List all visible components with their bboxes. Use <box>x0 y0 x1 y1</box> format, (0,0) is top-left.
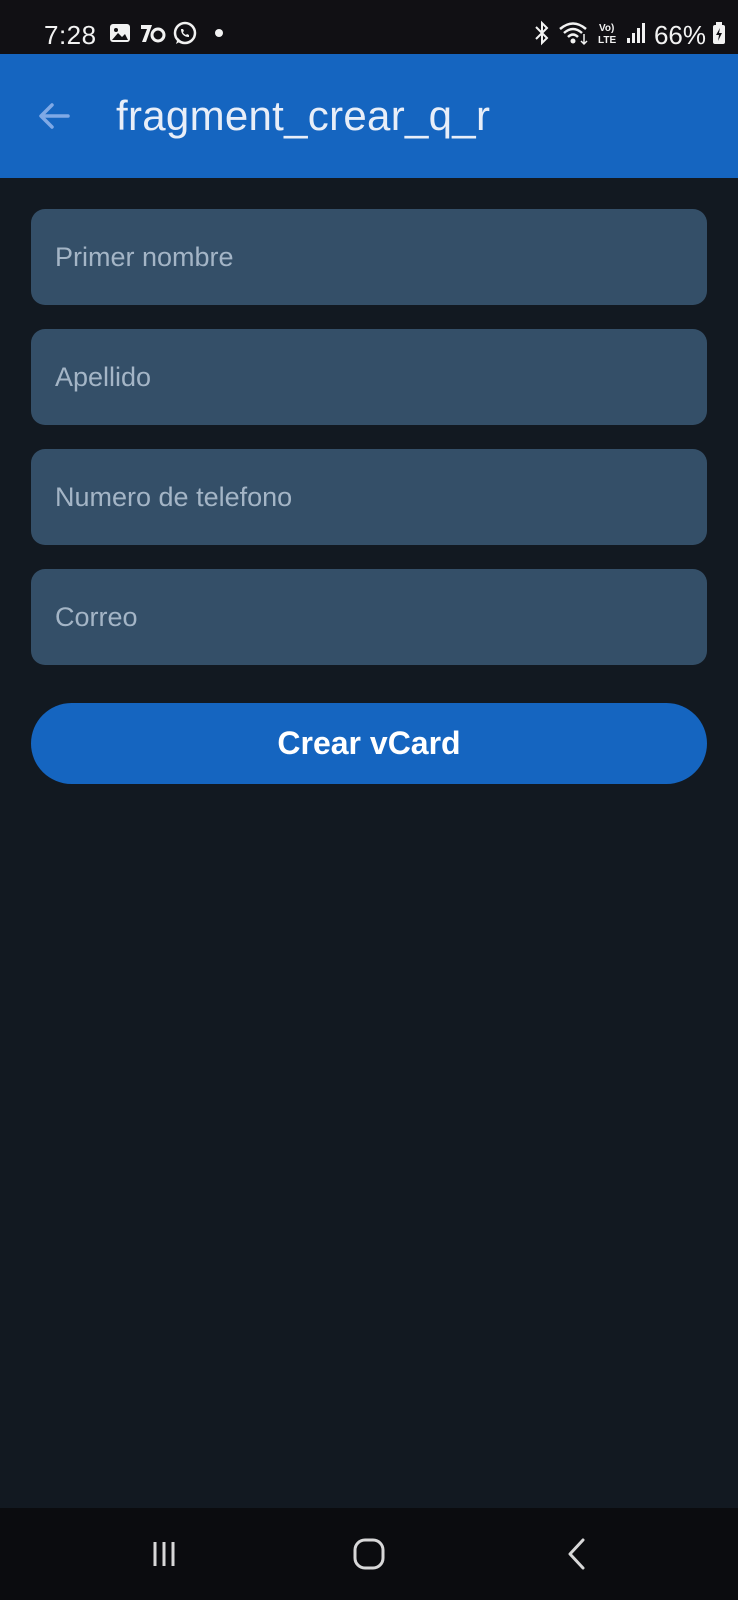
volte-icon: Vo) LTE <box>596 20 620 51</box>
battery-percent: 66% <box>653 20 706 50</box>
email-field[interactable] <box>31 569 707 665</box>
app-notification-icon <box>138 21 166 45</box>
phone-field[interactable] <box>31 449 707 545</box>
gallery-icon <box>108 21 132 45</box>
last-name-input[interactable] <box>31 329 707 425</box>
email-input[interactable] <box>31 569 707 665</box>
navigation-bar <box>0 1508 738 1600</box>
wifi-icon <box>558 20 590 51</box>
svg-text:LTE: LTE <box>598 35 616 46</box>
app-bar: fragment_crear_q_r <box>0 54 738 178</box>
page-title: fragment_crear_q_r <box>116 92 491 139</box>
dot-icon <box>204 21 228 45</box>
battery-icon <box>712 20 726 51</box>
arrow-back-icon[interactable] <box>28 90 80 142</box>
last-name-field[interactable] <box>31 329 707 425</box>
status-notification-icons <box>108 20 228 46</box>
status-system-icons: Vo) LTE 66% <box>532 18 726 52</box>
signal-icon <box>626 20 648 51</box>
recent-apps-icon[interactable] <box>134 1528 194 1580</box>
whatsapp-icon <box>172 20 198 46</box>
create-vcard-button[interactable]: Crear vCard <box>31 703 707 784</box>
status-bar: 7:28 Vo) LTE 66% <box>0 0 738 54</box>
first-name-input[interactable] <box>31 209 707 305</box>
first-name-field[interactable] <box>31 209 707 305</box>
home-icon[interactable] <box>339 1528 399 1580</box>
svg-text:Vo): Vo) <box>599 23 614 34</box>
phone-input[interactable] <box>31 449 707 545</box>
bluetooth-icon <box>532 20 552 51</box>
status-time: 7:28 <box>44 20 97 50</box>
back-icon[interactable] <box>547 1528 607 1580</box>
